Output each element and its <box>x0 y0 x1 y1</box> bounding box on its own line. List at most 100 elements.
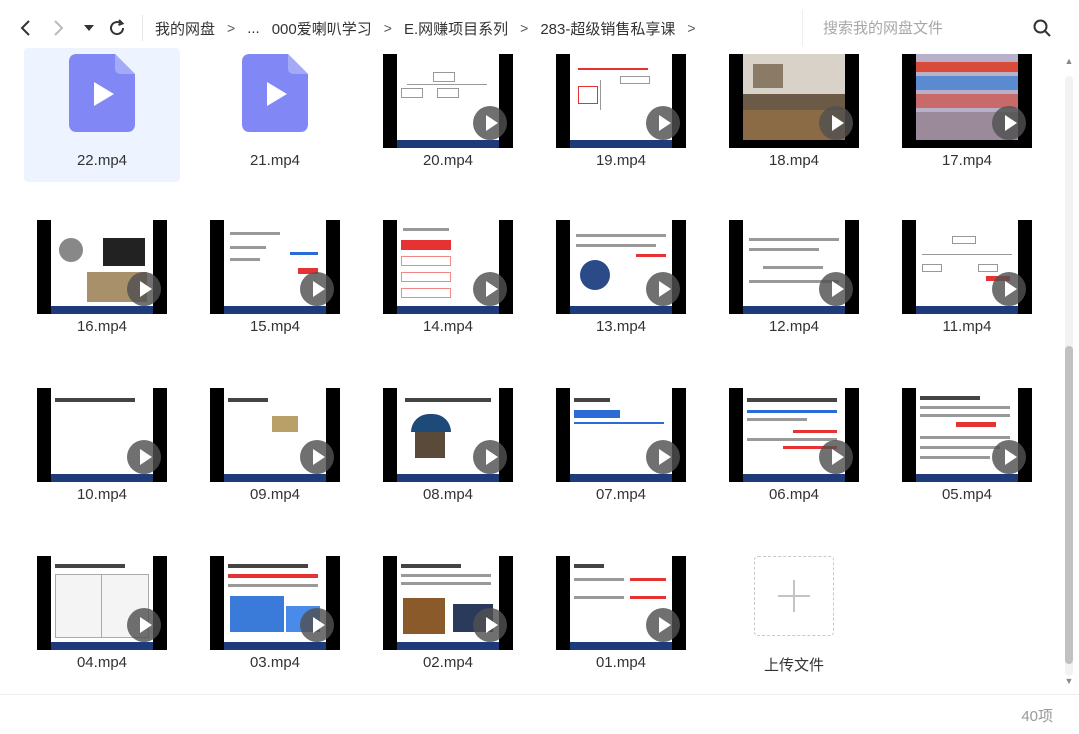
plus-icon <box>778 580 810 612</box>
play-icon <box>300 440 334 474</box>
video-thumbnail <box>729 388 859 482</box>
file-thumbnail <box>210 54 340 148</box>
file-name: 08.mp4 <box>422 486 474 503</box>
file-name: 05.mp4 <box>941 486 993 503</box>
file-name: 18.mp4 <box>768 152 820 169</box>
file-item[interactable]: 19.mp4 <box>543 48 699 182</box>
file-name: 21.mp4 <box>249 152 301 169</box>
status-bar: 40项 <box>0 694 1079 734</box>
file-item[interactable]: 01.mp4 <box>543 550 699 684</box>
video-thumbnail <box>210 220 340 314</box>
file-item[interactable]: 12.mp4 <box>716 214 872 348</box>
video-thumbnail <box>556 556 686 650</box>
chevron-right-icon <box>54 20 64 36</box>
forward-button[interactable] <box>42 11 76 45</box>
play-icon <box>819 106 853 140</box>
file-item[interactable]: 16.mp4 <box>24 214 180 348</box>
video-thumbnail <box>210 556 340 650</box>
file-item[interactable]: 04.mp4 <box>24 550 180 684</box>
breadcrumb-separator: > <box>227 20 236 36</box>
file-name: 10.mp4 <box>76 486 128 503</box>
file-item[interactable]: 15.mp4 <box>197 214 353 348</box>
breadcrumb-item-root[interactable]: 我的网盘 <box>149 18 221 39</box>
file-name: 14.mp4 <box>422 318 474 335</box>
video-thumbnail <box>902 388 1032 482</box>
history-dropdown-button[interactable] <box>80 11 98 45</box>
play-icon <box>127 608 161 642</box>
file-name: 22.mp4 <box>76 152 128 169</box>
file-name: 20.mp4 <box>422 152 474 169</box>
video-thumbnail <box>37 388 167 482</box>
file-name: 02.mp4 <box>422 654 474 671</box>
file-name: 11.mp4 <box>942 318 992 335</box>
video-thumbnail <box>556 54 686 148</box>
play-icon <box>819 440 853 474</box>
play-icon <box>473 106 507 140</box>
file-name: 03.mp4 <box>249 654 301 671</box>
file-name: 09.mp4 <box>249 486 301 503</box>
file-item[interactable]: 05.mp4 <box>889 382 1045 516</box>
file-item[interactable]: 10.mp4 <box>24 382 180 516</box>
file-item[interactable]: 18.mp4 <box>716 48 872 182</box>
file-item[interactable]: 20.mp4 <box>370 48 526 182</box>
breadcrumb-item-ellipsis[interactable]: ... <box>241 20 266 37</box>
video-thumbnail <box>902 54 1032 148</box>
play-icon <box>300 272 334 306</box>
divider <box>142 15 143 41</box>
upload-tile[interactable]: 上传文件 <box>716 550 872 684</box>
play-icon <box>646 440 680 474</box>
video-thumbnail <box>383 388 513 482</box>
video-thumbnail <box>37 556 167 650</box>
vertical-scrollbar[interactable]: ▲ ▼ <box>1062 56 1076 686</box>
file-name: 12.mp4 <box>768 318 820 335</box>
play-icon <box>992 440 1026 474</box>
file-name: 04.mp4 <box>76 654 128 671</box>
file-name: 01.mp4 <box>595 654 647 671</box>
file-item[interactable]: 13.mp4 <box>543 214 699 348</box>
refresh-icon <box>110 19 125 36</box>
play-icon <box>473 272 507 306</box>
video-file-icon <box>69 54 135 132</box>
search-icon <box>1033 19 1051 37</box>
file-name: 16.mp4 <box>76 318 128 335</box>
file-item[interactable]: 07.mp4 <box>543 382 699 516</box>
play-icon <box>992 106 1026 140</box>
search-button[interactable] <box>1027 13 1057 43</box>
video-thumbnail <box>383 220 513 314</box>
file-name: 07.mp4 <box>595 486 647 503</box>
breadcrumb-item-current[interactable]: 283-超级销售私享课 <box>534 18 681 39</box>
video-thumbnail <box>383 54 513 148</box>
file-item[interactable]: 11.mp4 <box>889 214 1045 348</box>
file-name: 17.mp4 <box>941 152 993 169</box>
video-thumbnail <box>210 388 340 482</box>
scroll-thumb[interactable] <box>1065 346 1073 664</box>
search-box <box>802 10 1067 46</box>
file-item[interactable]: 17.mp4 <box>889 48 1045 182</box>
search-input[interactable] <box>803 19 1023 37</box>
breadcrumb-separator[interactable]: > <box>681 20 701 36</box>
refresh-button[interactable] <box>100 11 134 45</box>
breadcrumb-separator: > <box>383 20 392 36</box>
file-item[interactable]: 21.mp4 <box>197 48 353 182</box>
play-icon <box>646 272 680 306</box>
upload-button[interactable] <box>754 556 834 636</box>
file-name: 19.mp4 <box>595 152 647 169</box>
breadcrumb-item-study[interactable]: 000爱喇叭学习 <box>266 18 378 39</box>
file-item[interactable]: 03.mp4 <box>197 550 353 684</box>
file-item[interactable]: 22.mp4 <box>24 48 180 182</box>
play-icon <box>127 440 161 474</box>
play-icon <box>646 608 680 642</box>
file-item[interactable]: 14.mp4 <box>370 214 526 348</box>
file-item[interactable]: 09.mp4 <box>197 382 353 516</box>
file-name: 15.mp4 <box>249 318 301 335</box>
back-button[interactable] <box>8 11 42 45</box>
scroll-down-arrow-icon[interactable]: ▼ <box>1064 676 1074 686</box>
item-count: 40项 <box>1021 708 1053 725</box>
file-thumbnail <box>37 54 167 148</box>
video-thumbnail <box>902 220 1032 314</box>
file-item[interactable]: 08.mp4 <box>370 382 526 516</box>
file-item[interactable]: 02.mp4 <box>370 550 526 684</box>
breadcrumb-item-series[interactable]: E.网赚项目系列 <box>398 18 514 39</box>
scroll-up-arrow-icon[interactable]: ▲ <box>1064 56 1074 66</box>
file-item[interactable]: 06.mp4 <box>716 382 872 516</box>
